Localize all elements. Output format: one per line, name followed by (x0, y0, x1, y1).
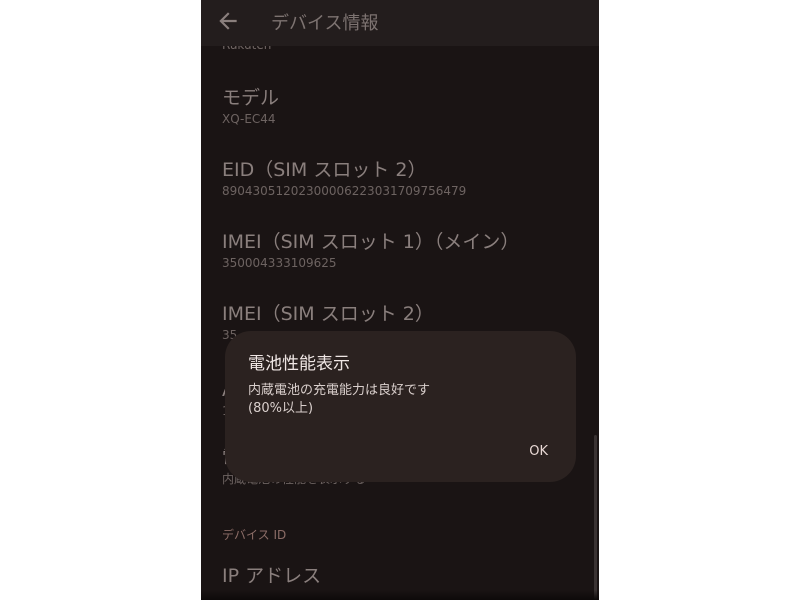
eid-item[interactable]: EID（SIM スロット 2） 890430512023000062230317… (222, 158, 582, 200)
arrow-left-icon[interactable] (215, 8, 241, 34)
imei-slot1-title: IMEI（SIM スロット 1）（メイン） (222, 231, 520, 253)
model-item[interactable]: モデル XQ-EC44 (222, 86, 582, 128)
dialog-title: 電池性能表示 (248, 354, 350, 374)
eid-value: 89043051202300006223031709756479 (222, 184, 467, 198)
page-title: デバイス情報 (271, 13, 379, 34)
imei-slot2-title: IMEI（SIM スロット 2） (222, 303, 434, 325)
scrollbar[interactable] (594, 435, 597, 600)
imei-slot1-value: 350004333109625 (222, 256, 337, 270)
imei-slot1-item[interactable]: IMEI（SIM スロット 1）（メイン） 350004333109625 (222, 230, 582, 272)
ip-address-item[interactable]: IP アドレス (222, 564, 582, 588)
model-value: XQ-EC44 (222, 112, 276, 126)
ip-address-title: IP アドレス (222, 565, 322, 587)
dialog-message-line-1: 内蔵電池の充電能力は良好です (248, 383, 431, 398)
dialog-message: 内蔵電池の充電能力は良好です (80%以上) (248, 382, 430, 418)
battery-dialog: 電池性能表示 内蔵電池の充電能力は良好です (80%以上) OK (225, 331, 576, 482)
section-header-device-id: デバイス ID (222, 528, 287, 542)
dialog-message-line-2: (80%以上) (248, 401, 314, 416)
eid-title: EID（SIM スロット 2） (222, 159, 427, 181)
app-bar: デバイス情報 (201, 0, 599, 46)
model-title: モデル (222, 87, 280, 109)
phone-screen: デバイス情報 Rakuten モデル XQ-EC44 EID（SIM スロット … (201, 0, 599, 600)
ok-button[interactable]: OK (529, 444, 548, 459)
bottom-fade (201, 590, 599, 600)
